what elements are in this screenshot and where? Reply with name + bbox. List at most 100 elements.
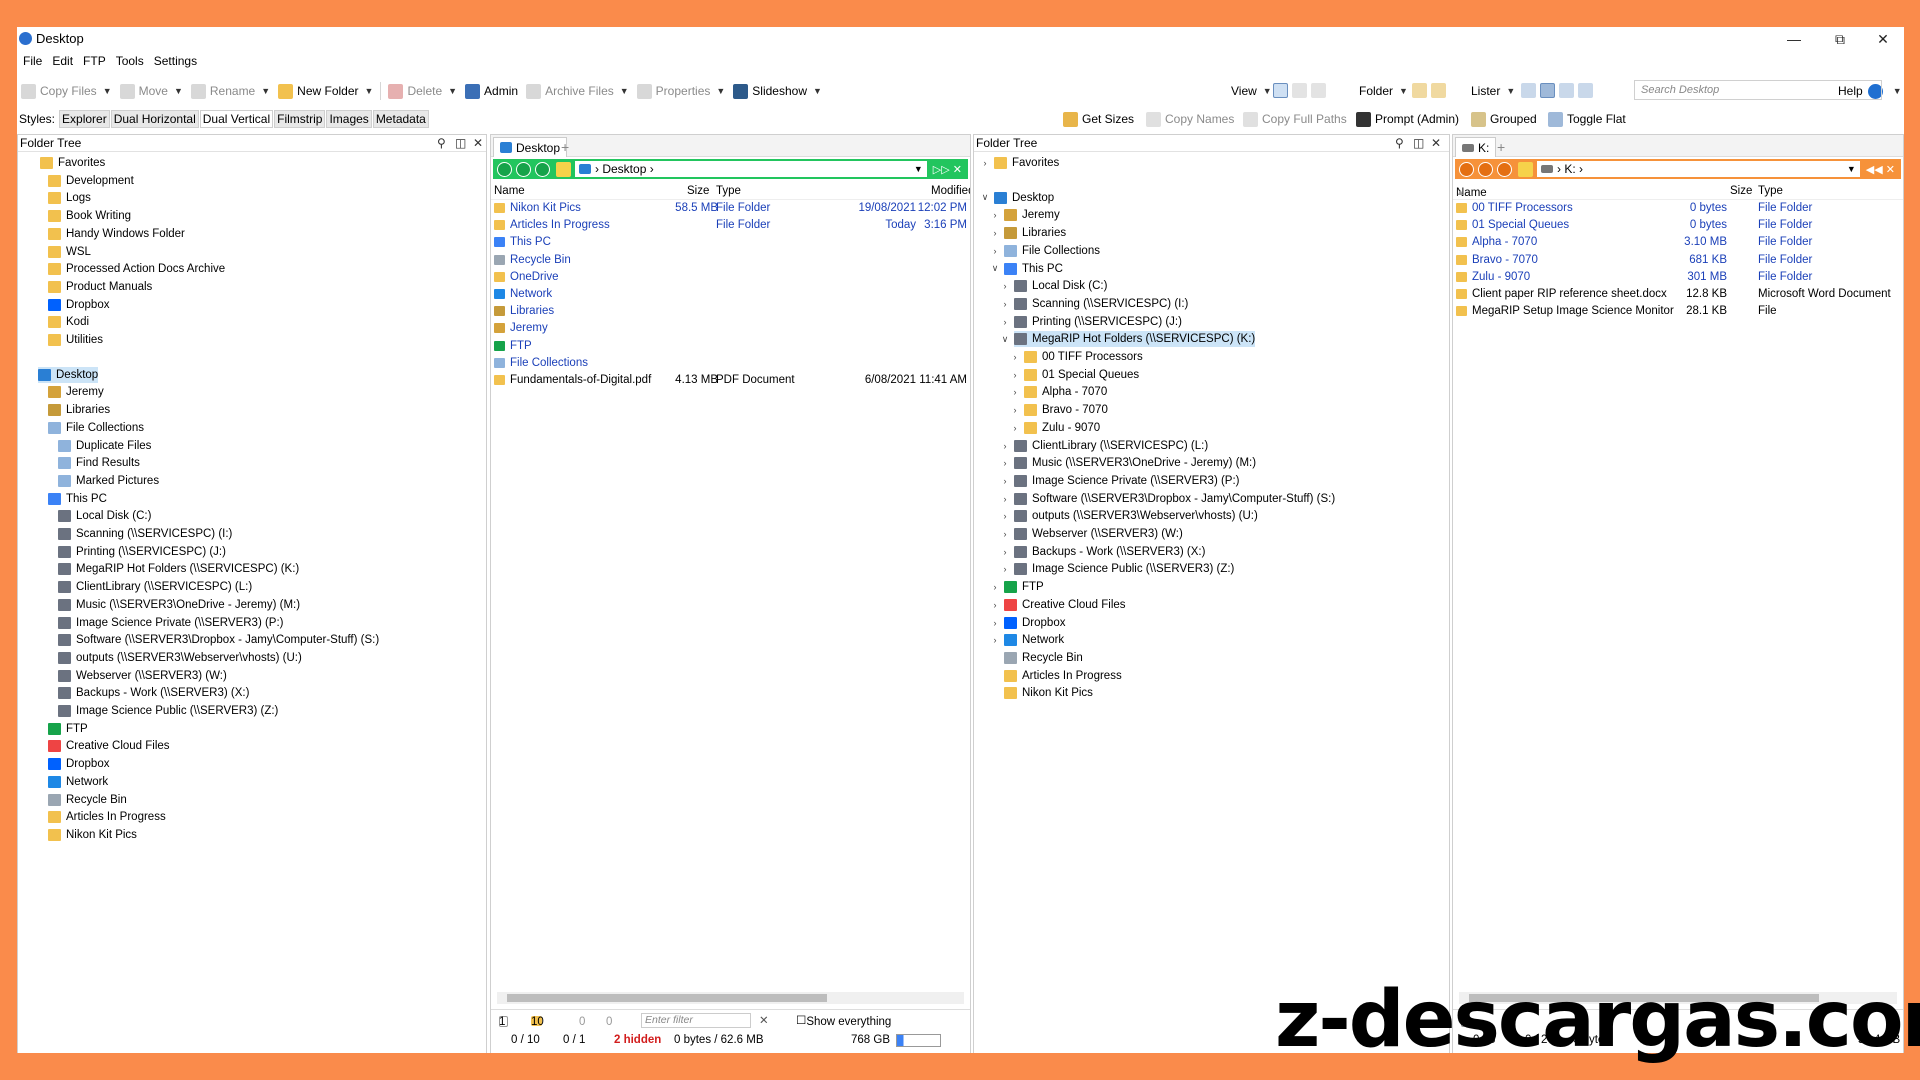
back-icon[interactable]	[1459, 161, 1474, 177]
show-everything-checkbox[interactable]: ☐ Show everything	[796, 1013, 891, 1028]
tree-item[interactable]: › Libraries	[994, 225, 1066, 241]
expand-chevron-icon[interactable]: ›	[990, 635, 1000, 645]
search-input[interactable]: Search Desktop	[1634, 80, 1882, 100]
restore-button[interactable]: ⧉	[1817, 27, 1863, 51]
tree-item[interactable]: Local Disk (C:)	[58, 508, 151, 524]
search-icon[interactable]: ⚲	[1395, 135, 1404, 152]
viewer-lister-icon[interactable]	[1578, 83, 1593, 98]
tree-item[interactable]: Articles In Progress	[1004, 668, 1122, 684]
tree-item[interactable]: Software (\\SERVER3\Dropbox - Jamy\Compu…	[58, 632, 379, 648]
toggle-flat-button[interactable]: Toggle Flat	[1544, 108, 1630, 130]
file-row[interactable]: Zulu - 9070 301 MB File Folder	[1453, 269, 1903, 286]
menu-edit[interactable]: Edit	[52, 54, 73, 68]
file-row[interactable]: Network	[491, 286, 970, 303]
folder-layout-icons[interactable]	[1412, 83, 1457, 100]
file-row[interactable]: Libraries	[491, 303, 970, 320]
tree-item[interactable]: ∨ Desktop	[982, 190, 1054, 206]
tree-item[interactable]: › Music (\\SERVER3\OneDrive - Jeremy) (M:…	[1004, 455, 1256, 471]
expand-chevron-icon[interactable]: ›	[1010, 352, 1020, 362]
filter-input[interactable]: Enter filter	[641, 1013, 751, 1028]
view-button[interactable]: View ▼	[1227, 80, 1276, 102]
pin-icon[interactable]: ◫	[1413, 135, 1424, 152]
tree-item[interactable]: › Scanning (\\SERVICESPC) (I:)	[1004, 296, 1188, 312]
tree-item[interactable]: Favorites	[40, 155, 105, 171]
expand-chevron-icon[interactable]: ›	[1000, 281, 1010, 291]
tree-item[interactable]: Nikon Kit Pics	[1004, 685, 1093, 701]
col-size[interactable]: Size	[687, 185, 709, 197]
file-row[interactable]: MegaRIP Setup Image Science Monitor 28.1 …	[1453, 303, 1903, 320]
expand-chevron-icon[interactable]: ›	[990, 210, 1000, 220]
tree-item[interactable]: File Collections	[48, 420, 144, 436]
tree-item[interactable]: › Backups - Work (\\SERVER3) (X:)	[1004, 544, 1205, 560]
file-row[interactable]: Jeremy	[491, 320, 970, 337]
tree-item[interactable]: Desktop	[38, 366, 99, 383]
copy-names-button[interactable]: Copy Names	[1142, 108, 1238, 130]
menu-tools[interactable]: Tools	[116, 54, 144, 68]
tree-item[interactable]: Find Results	[58, 455, 140, 471]
power-view-icon[interactable]	[1292, 83, 1307, 98]
tree-item[interactable]: Dropbox	[48, 297, 109, 313]
file-row[interactable]: Recycle Bin	[491, 252, 970, 269]
col-type[interactable]: Type	[716, 185, 741, 197]
tree-item[interactable]: › Image Science Private (\\SERVER3) (P:)	[1004, 473, 1240, 489]
tree-item[interactable]: › Local Disk (C:)	[1004, 278, 1107, 294]
rename-button[interactable]: Rename ▼	[187, 80, 274, 102]
tree-item[interactable]: Backups - Work (\\SERVER3) (X:)	[58, 685, 249, 701]
tree-item[interactable]: › Network	[994, 632, 1064, 648]
tree-item[interactable]: Scanning (\\SERVICESPC) (I:)	[58, 526, 232, 542]
tree-item[interactable]: Jeremy	[48, 384, 104, 400]
close-pane-icon[interactable]: ✕	[1431, 135, 1441, 152]
style-metadata[interactable]: Metadata	[372, 110, 429, 128]
tree-item[interactable]: › Dropbox	[994, 615, 1065, 631]
tree-item[interactable]: Image Science Public (\\SERVER3) (Z:)	[58, 703, 278, 719]
expand-chevron-icon[interactable]: ›	[1000, 564, 1010, 574]
file-row[interactable]: File Collections	[491, 355, 970, 372]
file-row[interactable]: FTP	[491, 338, 970, 355]
expand-chevron-icon[interactable]: ›	[1010, 387, 1020, 397]
details-view-icon[interactable]	[1273, 83, 1288, 98]
pin-icon[interactable]: ◫	[455, 135, 466, 152]
folder-layout-2-icon[interactable]	[1431, 83, 1446, 98]
expand-chevron-icon[interactable]: ›	[1000, 441, 1010, 451]
tree-item[interactable]: Music (\\SERVER3\OneDrive - Jeremy) (M:)	[58, 597, 300, 613]
expand-chevron-icon[interactable]: ›	[980, 158, 990, 168]
copy-files-button[interactable]: Copy Files ▼	[17, 80, 116, 102]
expand-chevron-icon[interactable]: ›	[1000, 458, 1010, 468]
expand-chevron-icon[interactable]: ›	[1000, 317, 1010, 327]
menu-file[interactable]: File	[23, 54, 42, 68]
expand-chevron-icon[interactable]: ›	[990, 618, 1000, 628]
col-name[interactable]: Name	[494, 185, 525, 197]
expand-chevron-icon[interactable]: ∨	[980, 192, 990, 203]
move-button[interactable]: Move ▼	[116, 80, 187, 102]
tree-item[interactable]: Development	[48, 173, 134, 189]
tree-item[interactable]: MegaRIP Hot Folders (\\SERVICESPC) (K:)	[58, 561, 299, 577]
back-icon[interactable]	[497, 161, 512, 177]
tree-item[interactable]: Libraries	[48, 402, 110, 418]
tree-item[interactable]: WSL	[48, 244, 91, 260]
file-row[interactable]: Bravo - 7070 681 KB File Folder	[1453, 252, 1903, 269]
expand-chevron-icon[interactable]: ›	[1010, 423, 1020, 433]
file-row[interactable]: Articles In Progress File Folder Today 3:16…	[491, 217, 970, 234]
dual-lister-icon[interactable]	[1540, 83, 1555, 98]
col-size[interactable]: Size	[1730, 185, 1752, 197]
prompt-admin-button[interactable]: Prompt (Admin)	[1352, 108, 1463, 130]
tree-item[interactable]: Kodi	[48, 314, 89, 330]
lister-button[interactable]: Lister ▼	[1467, 80, 1519, 102]
menu-settings[interactable]: Settings	[154, 54, 197, 68]
folder-layout-icon[interactable]	[1412, 83, 1427, 98]
file-row[interactable]: Alpha - 7070 3.10 MB File Folder	[1453, 234, 1903, 251]
close-window-button[interactable]: ✕	[1860, 27, 1904, 51]
new-tab-button[interactable]: +	[561, 139, 569, 155]
expand-chevron-icon[interactable]: ›	[1000, 476, 1010, 486]
tree-item[interactable]: Book Writing	[48, 208, 131, 224]
tree-item[interactable]: Recycle Bin	[48, 792, 127, 808]
grouped-button[interactable]: Grouped	[1467, 108, 1541, 130]
archive-files-button[interactable]: Archive Files ▼	[522, 80, 633, 102]
expand-chevron-icon[interactable]: ›	[1000, 494, 1010, 504]
file-row[interactable]: 00 TIFF Processors 0 bytes File Folder	[1453, 200, 1903, 217]
tree-item[interactable]: Product Manuals	[48, 279, 152, 295]
favorites-icon[interactable]	[1518, 161, 1533, 177]
horizontal-scrollbar[interactable]	[497, 992, 964, 1004]
favorites-icon[interactable]	[556, 161, 571, 177]
properties-button[interactable]: Properties ▼	[633, 80, 730, 102]
